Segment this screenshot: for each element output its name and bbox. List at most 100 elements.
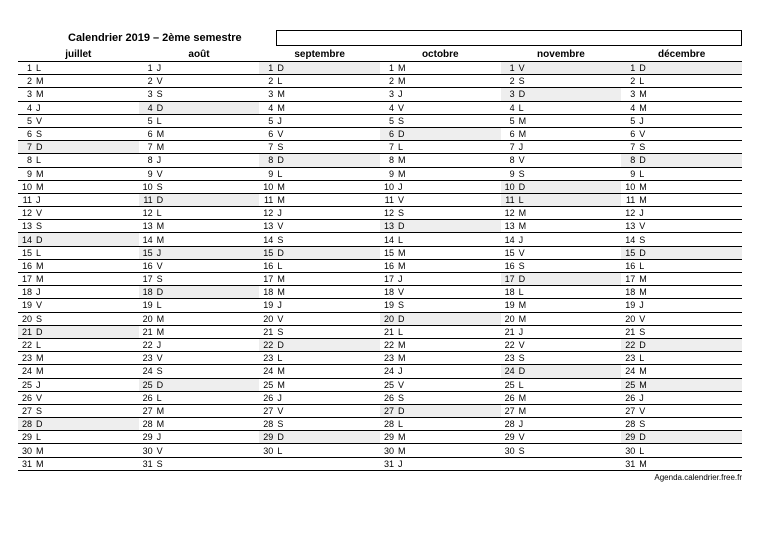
day-space <box>651 299 742 312</box>
day-space <box>169 418 260 431</box>
day-of-week: M <box>517 299 531 312</box>
day-number: 12 <box>139 207 155 220</box>
day-space <box>48 193 139 206</box>
day-row: 25J25D25M25V25L25M <box>18 378 742 391</box>
day-space <box>289 180 380 193</box>
day-of-week: V <box>517 338 531 351</box>
day-space <box>531 88 622 101</box>
day-of-week: V <box>637 220 651 233</box>
day-number: 22 <box>380 338 396 351</box>
day-of-week: V <box>275 312 289 325</box>
day-number: 27 <box>139 404 155 417</box>
day-of-week: J <box>637 114 651 127</box>
day-of-week: D <box>34 325 48 338</box>
day-number: 27 <box>501 404 517 417</box>
day-number: 25 <box>18 378 34 391</box>
day-of-week: M <box>34 259 48 272</box>
day-number: 17 <box>18 273 34 286</box>
day-space <box>651 352 742 365</box>
day-number: 5 <box>139 114 155 127</box>
day-space <box>48 431 139 444</box>
day-of-week: J <box>637 299 651 312</box>
day-number: 11 <box>259 193 275 206</box>
day-of-week: V <box>517 431 531 444</box>
month-header: juillet <box>18 48 139 62</box>
day-space <box>531 444 622 457</box>
day-of-week: J <box>396 88 410 101</box>
day-number: 1 <box>18 62 34 75</box>
day-space <box>289 114 380 127</box>
day-space <box>289 75 380 88</box>
day-of-week: V <box>396 101 410 114</box>
day-of-week: J <box>396 365 410 378</box>
day-number: 14 <box>259 233 275 246</box>
day-row: 18J18D18M18V18L18M <box>18 286 742 299</box>
day-number: 28 <box>18 418 34 431</box>
day-space <box>169 338 260 351</box>
day-number: 24 <box>621 365 637 378</box>
day-number: 4 <box>380 101 396 114</box>
day-number: 22 <box>18 338 34 351</box>
day-of-week: M <box>637 101 651 114</box>
day-number: 3 <box>380 88 396 101</box>
day-of-week: S <box>396 207 410 220</box>
day-row: 16M16V16L16M16S16L <box>18 259 742 272</box>
day-number: 9 <box>621 167 637 180</box>
day-of-week: S <box>396 391 410 404</box>
day-of-week: J <box>34 101 48 114</box>
day-row: 4J4D4M4V4L4M <box>18 101 742 114</box>
day-of-week: M <box>34 75 48 88</box>
day-space <box>169 75 260 88</box>
day-of-week: J <box>517 233 531 246</box>
day-of-week: D <box>155 193 169 206</box>
day-space <box>531 167 622 180</box>
source-line: Agenda.calendrier.free.fr <box>18 471 742 482</box>
day-space <box>48 154 139 167</box>
day-space <box>531 62 622 75</box>
day-number: 20 <box>18 312 34 325</box>
day-of-week: J <box>396 180 410 193</box>
day-of-week: M <box>517 207 531 220</box>
day-of-week: D <box>34 141 48 154</box>
day-of-week: M <box>275 101 289 114</box>
day-space <box>651 154 742 167</box>
day-number: 2 <box>380 75 396 88</box>
day-of-week: M <box>517 404 531 417</box>
day-number: 19 <box>259 299 275 312</box>
day-number: 31 <box>18 457 34 470</box>
day-number: 30 <box>139 444 155 457</box>
day-space <box>651 338 742 351</box>
day-of-week: M <box>637 88 651 101</box>
day-number: 4 <box>18 101 34 114</box>
day-of-week: V <box>34 114 48 127</box>
day-space <box>531 404 622 417</box>
day-of-week: V <box>155 75 169 88</box>
day-space <box>531 101 622 114</box>
day-number: 29 <box>621 431 637 444</box>
day-of-week: J <box>34 378 48 391</box>
day-space <box>289 259 380 272</box>
day-of-week: L <box>34 154 48 167</box>
day-space <box>48 312 139 325</box>
day-of-week: S <box>396 114 410 127</box>
day-of-week: M <box>34 444 48 457</box>
day-of-week: M <box>396 167 410 180</box>
day-of-week: J <box>155 154 169 167</box>
day-of-week: L <box>34 62 48 75</box>
day-number: 27 <box>621 404 637 417</box>
day-number: 21 <box>501 325 517 338</box>
day-of-week: J <box>275 207 289 220</box>
day-number: 14 <box>380 233 396 246</box>
day-of-week: J <box>155 62 169 75</box>
day-number: 5 <box>621 114 637 127</box>
day-space <box>531 127 622 140</box>
day-of-week: D <box>637 431 651 444</box>
day-of-week: M <box>155 312 169 325</box>
day-of-week: S <box>517 167 531 180</box>
day-space <box>48 378 139 391</box>
day-number: 10 <box>380 180 396 193</box>
day-space <box>410 338 501 351</box>
day-space <box>651 101 742 114</box>
day-number: 29 <box>18 431 34 444</box>
day-number: 19 <box>139 299 155 312</box>
